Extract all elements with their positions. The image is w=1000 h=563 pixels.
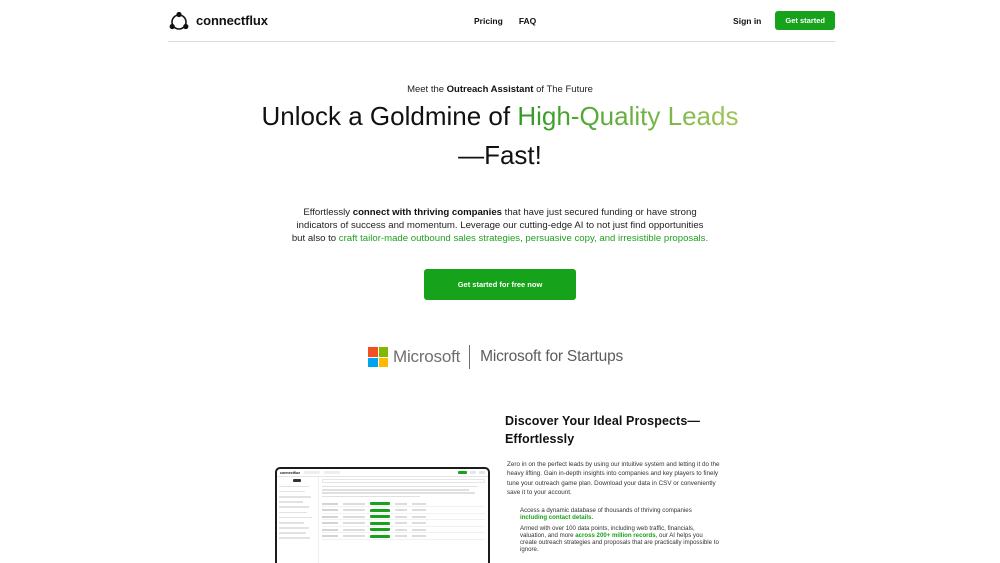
connectflux-logo-icon [168, 10, 190, 32]
app-preview-content [322, 479, 485, 563]
intro-bold: connect with thriving companies [352, 207, 502, 218]
eyebrow-text-end: of The Future [533, 84, 593, 95]
partner-divider [469, 345, 471, 369]
app-preview-sidebar [277, 477, 319, 563]
partner-logos: Microsoft Microsoft for Startups [368, 344, 623, 370]
get-started-free-button[interactable]: Get started for free now [424, 269, 576, 300]
nav-link-faq[interactable]: FAQ [519, 16, 536, 26]
table-row [322, 533, 485, 540]
eyebrow-text: Meet the [407, 84, 447, 95]
app-preview-brand: connectflux [280, 470, 301, 475]
main-nav: Pricing FAQ [474, 0, 536, 42]
brand[interactable]: connectflux [168, 10, 268, 32]
app-preview-topbar: connectflux [277, 469, 488, 477]
microsoft-logo-icon [368, 347, 388, 367]
app-preview-screenshot: connectflux [275, 467, 490, 563]
headline-text-end: —Fast! [458, 140, 542, 170]
headline-text: Unlock a Goldmine of [261, 101, 518, 131]
site-header: connectflux Pricing FAQ Sign in Get star… [168, 0, 835, 42]
microsoft-wordmark: Microsoft [393, 347, 461, 366]
headline-highlight: High-Quality Leads [517, 101, 739, 131]
eyebrow-bold: Outreach Assistant [446, 84, 534, 95]
hero-eyebrow: Meet the Outreach Assistant of The Futur… [0, 84, 1000, 95]
features-title: Discover Your Ideal Prospects—Effortless… [505, 414, 700, 446]
list-item: Armed with over 100 data points, includi… [520, 525, 720, 554]
get-started-button[interactable]: Get started [775, 11, 835, 30]
list-item: Access a dynamic database of thousands o… [520, 507, 720, 522]
hero-intro: Effortlessly connect with thriving compa… [290, 206, 710, 246]
nav-link-pricing[interactable]: Pricing [474, 16, 503, 26]
app-preview-screen: connectflux [277, 469, 488, 563]
features-description: Zero in on the perfect leads by using ou… [507, 461, 720, 496]
intro-text: Effortlessly [303, 207, 353, 218]
item-highlight: including contact details. [520, 513, 594, 521]
sign-in-link[interactable]: Sign in [733, 16, 761, 26]
intro-green: craft tailor-made outbound sales strateg… [338, 233, 709, 245]
hero-headline: Unlock a Goldmine of High-Quality Leads … [250, 97, 750, 175]
brand-name: connectflux [196, 13, 268, 28]
header-actions: Sign in Get started [733, 11, 835, 30]
microsoft-for-startups-wordmark: Microsoft for Startups [480, 348, 624, 365]
features-list: Access a dynamic database of thousands o… [520, 507, 720, 557]
